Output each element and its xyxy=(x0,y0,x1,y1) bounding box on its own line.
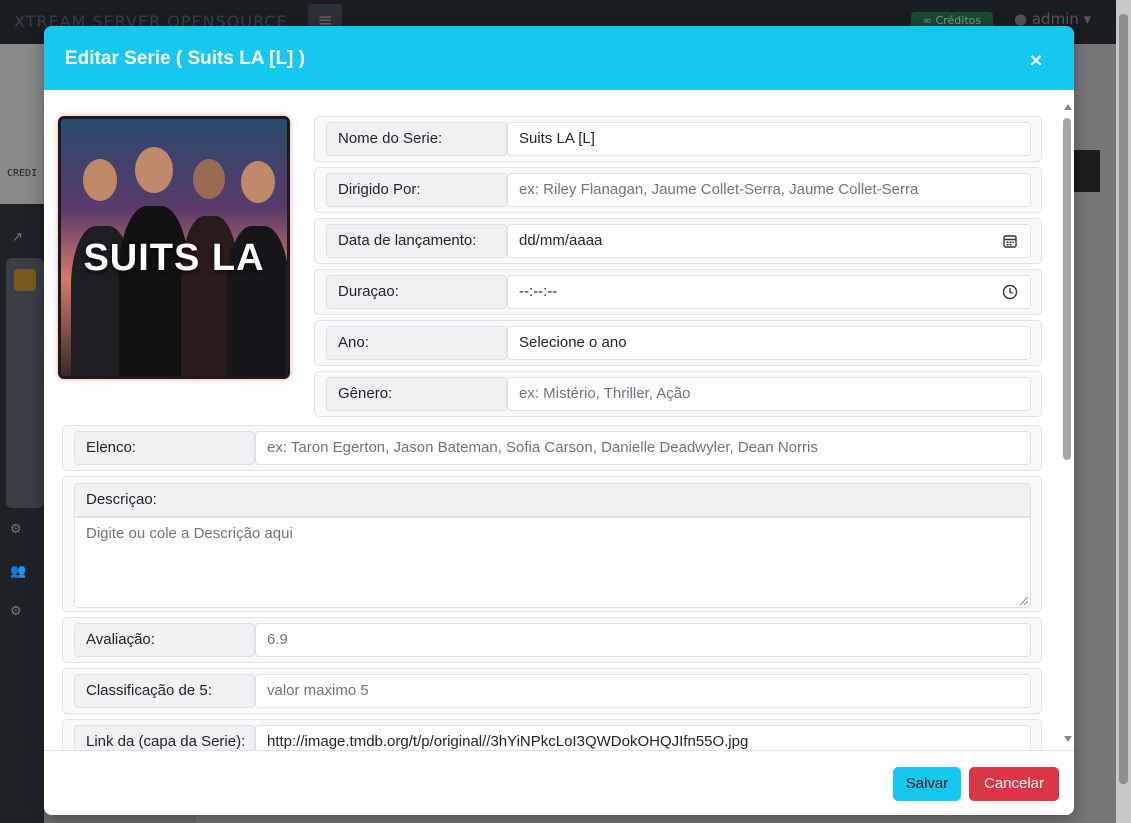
data-lancamento-value: dd/mm/aaaa xyxy=(519,232,603,249)
save-button[interactable]: Salvar xyxy=(893,767,961,801)
modal-footer: Salvar Cancelar xyxy=(44,750,1074,815)
field-group-ano: Ano: Selecione o ano xyxy=(314,320,1042,366)
background-dark-strip xyxy=(1074,150,1100,192)
field-group-genero: Gênero: ex: Mistério, Thriller, Ação xyxy=(314,371,1042,417)
field-group-duracao: Duraçao: --:--:-- xyxy=(314,269,1042,315)
modal-title: Editar Serie ( Suits LA [L] ) xyxy=(65,48,305,69)
sidebar-submenu xyxy=(6,258,44,508)
field-group-dirigido: Dirigido Por: ex: Riley Flanagan, Jaume … xyxy=(314,167,1042,213)
resize-handle-icon[interactable] xyxy=(1020,597,1028,605)
field-group-link-capa: Link da (capa da Serie): http://image.tm… xyxy=(62,719,1042,750)
classificacao-label: Classificação de 5: xyxy=(74,674,255,708)
nome-label: Nome do Serie: xyxy=(326,122,507,156)
page-scrollbar-thumb[interactable] xyxy=(1119,14,1128,784)
avaliacao-label: Avaliação: xyxy=(74,623,255,657)
field-group-classificacao: Classificação de 5: valor maximo 5 xyxy=(62,668,1042,714)
sidebar-card-text: CREDI xyxy=(7,168,38,179)
nome-input[interactable]: Suits LA [L] xyxy=(507,122,1031,156)
link-capa-input[interactable]: http://image.tmdb.org/t/p/original//3hYi… xyxy=(255,725,1031,750)
link-capa-label: Link da (capa da Serie): xyxy=(74,725,255,750)
series-cover-image: SUITS LA xyxy=(58,116,290,379)
gear-icon[interactable]: ⚙ xyxy=(10,604,22,619)
scroll-up-arrow-icon[interactable] xyxy=(1064,104,1072,110)
field-group-descricao: Descriçao: Digite ou cole a Descrição aq… xyxy=(62,476,1042,612)
dirigido-label: Dirigido Por: xyxy=(326,173,507,207)
gears-icon[interactable]: ⚙ xyxy=(10,522,22,537)
duracao-input[interactable]: --:--:-- xyxy=(507,275,1031,309)
chart-icon[interactable]: ↗ xyxy=(12,230,23,245)
genero-label: Gênero: xyxy=(326,377,507,411)
descricao-label: Descriçao: xyxy=(74,483,1031,517)
poster-title-text: SUITS LA xyxy=(83,237,265,279)
modal-body: SUITS LA Nome do Serie: Suits LA [L] Dir… xyxy=(44,90,1074,750)
descricao-placeholder: Digite ou cole a Descrição aqui xyxy=(86,525,293,542)
scroll-down-arrow-icon[interactable] xyxy=(1064,736,1072,742)
descricao-textarea[interactable]: Digite ou cole a Descrição aqui xyxy=(74,517,1031,608)
settings-gear-icon[interactable] xyxy=(14,269,36,291)
avaliacao-input[interactable]: 6.9 xyxy=(255,623,1031,657)
calendar-icon[interactable] xyxy=(1002,233,1018,249)
classificacao-input[interactable]: valor maximo 5 xyxy=(255,674,1031,708)
data-lancamento-input[interactable]: dd/mm/aaaa xyxy=(507,224,1031,258)
users-icon[interactable]: 👥 xyxy=(10,564,26,579)
data-label: Data de lançamento: xyxy=(326,224,507,258)
field-group-nome: Nome do Serie: Suits LA [L] xyxy=(314,116,1042,162)
field-group-data: Data de lançamento: dd/mm/aaaa xyxy=(314,218,1042,264)
dirigido-input[interactable]: ex: Riley Flanagan, Jaume Collet-Serra, … xyxy=(507,173,1031,207)
genero-input[interactable]: ex: Mistério, Thriller, Ação xyxy=(507,377,1031,411)
elenco-input[interactable]: ex: Taron Egerton, Jason Bateman, Sofia … xyxy=(255,431,1031,465)
field-group-avaliacao: Avaliação: 6.9 xyxy=(62,617,1042,663)
cancel-button[interactable]: Cancelar xyxy=(969,767,1059,801)
sidebar-card xyxy=(0,44,44,204)
duracao-value: --:--:-- xyxy=(519,283,558,300)
ano-label: Ano: xyxy=(326,326,507,360)
duracao-label: Duraçao: xyxy=(326,275,507,309)
modal-scrollbar-thumb[interactable] xyxy=(1063,118,1071,460)
elenco-label: Elenco: xyxy=(74,431,255,465)
clock-icon[interactable] xyxy=(1002,284,1018,300)
close-icon[interactable]: × xyxy=(1024,50,1048,74)
edit-series-modal: Editar Serie ( Suits LA [L] ) × SUITS LA… xyxy=(44,26,1074,815)
ano-select[interactable]: Selecione o ano xyxy=(507,326,1031,360)
field-group-elenco: Elenco: ex: Taron Egerton, Jason Bateman… xyxy=(62,425,1042,471)
modal-scrollbar[interactable] xyxy=(1061,100,1073,750)
modal-header: Editar Serie ( Suits LA [L] ) × xyxy=(44,26,1074,90)
